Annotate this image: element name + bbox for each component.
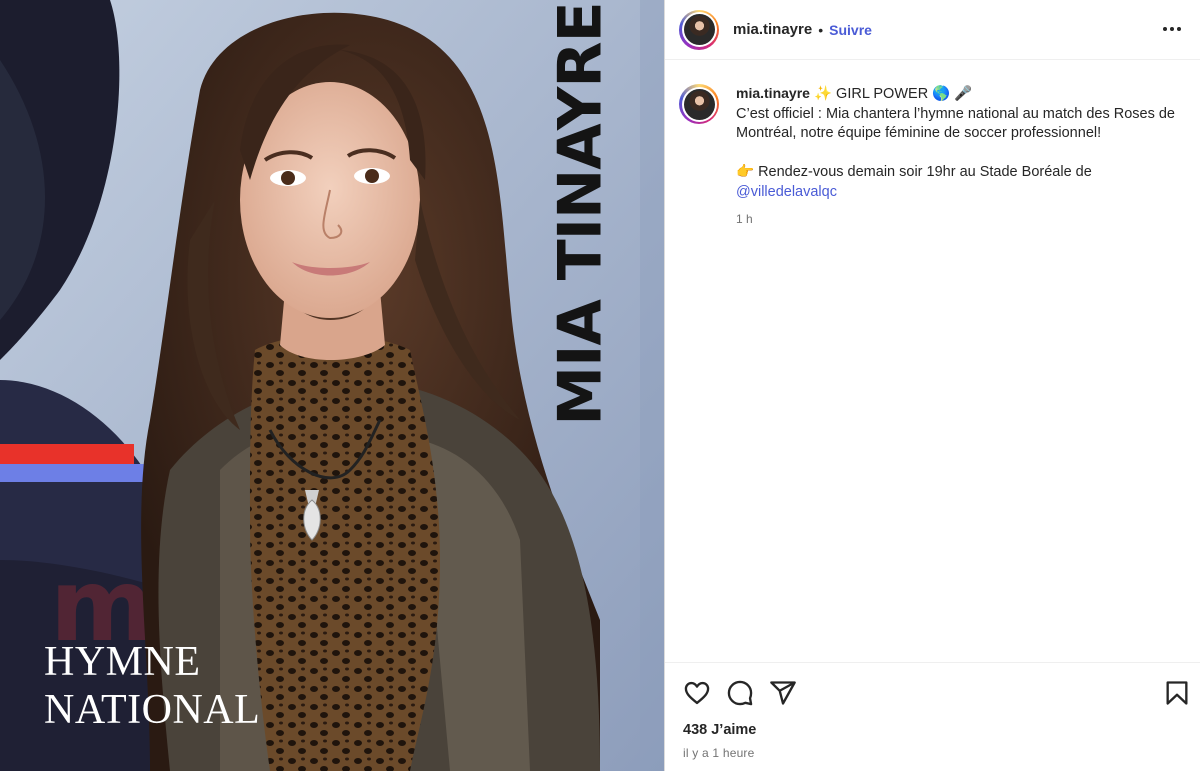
- caption-headline: ✨ GIRL POWER 🌎 🎤: [809, 86, 973, 102]
- vertical-artist-name-text: MIA TINAYRE: [546, 2, 616, 426]
- avatar-ring-inner: [681, 12, 717, 47]
- caption-avatar[interactable]: [679, 84, 719, 124]
- caption-time: 1 h: [736, 212, 753, 226]
- posted-time[interactable]: il y a 1 heure: [683, 746, 755, 760]
- follow-button[interactable]: Suivre: [829, 22, 872, 38]
- avatar[interactable]: [679, 9, 719, 50]
- title-line-1: HYMNE: [44, 639, 201, 685]
- share-icon: [770, 681, 796, 705]
- caption-username[interactable]: mia.tinayre: [736, 85, 810, 101]
- heart-icon: [684, 681, 710, 705]
- header-username[interactable]: mia.tinayre: [733, 21, 812, 38]
- comment-icon: [727, 680, 753, 706]
- more-horizontal-icon: [1163, 27, 1181, 31]
- vertical-artist-name: MIA TINAYRE: [546, 2, 616, 425]
- post-image[interactable]: mo MIA TINAYRE HYMNE NATIONAL: [0, 0, 664, 771]
- caption-body: mia.tinayre ✨ GIRL POWER 🌎 🎤 C’est offic…: [736, 84, 1189, 230]
- caption-line-3: 👉 Rendez-vous demain soir 19hr au Stade …: [736, 164, 1092, 180]
- caption-line-2: C’est officiel : Mia chantera l’hymne na…: [736, 105, 1175, 142]
- action-bar: [665, 662, 1200, 720]
- post-details-panel: mia.tinayre • Suivre mia.tinayre ✨ GIRL …: [664, 0, 1200, 771]
- avatar-image: [683, 14, 715, 45]
- post-header: mia.tinayre • Suivre: [665, 0, 1200, 60]
- comment-button[interactable]: [726, 679, 754, 707]
- save-button[interactable]: [1163, 679, 1191, 707]
- like-button[interactable]: [683, 679, 711, 707]
- avatar-ring-inner: [681, 86, 717, 122]
- more-options-icon[interactable]: [1159, 16, 1185, 42]
- hymne-national-title: HYMNE NATIONAL: [44, 638, 304, 734]
- separator-dot: •: [818, 21, 824, 38]
- share-button[interactable]: [769, 679, 797, 707]
- caption-line-1: mia.tinayre ✨ GIRL POWER 🌎 🎤: [736, 84, 1189, 105]
- post-caption: mia.tinayre ✨ GIRL POWER 🌎 🎤 C’est offic…: [679, 84, 1189, 230]
- title-line-2: NATIONAL: [44, 687, 261, 733]
- likes-count[interactable]: 438 J’aime: [683, 722, 756, 738]
- mention-link[interactable]: @villedelavalqc: [736, 184, 837, 200]
- bookmark-icon: [1166, 681, 1188, 705]
- avatar-image: [683, 88, 715, 120]
